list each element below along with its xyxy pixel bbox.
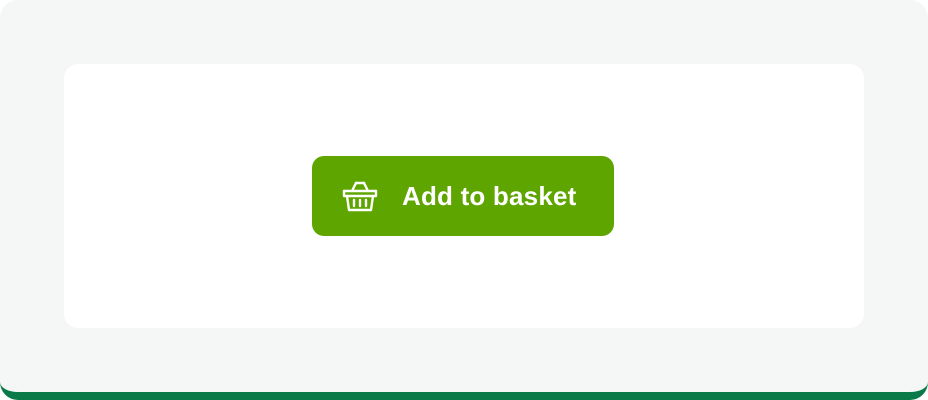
page-frame: Add to basket (0, 0, 928, 400)
basket-icon (341, 177, 379, 215)
add-to-basket-label: Add to basket (402, 181, 577, 211)
content-card: Add to basket (64, 64, 864, 328)
add-to-basket-button[interactable]: Add to basket (312, 156, 614, 236)
